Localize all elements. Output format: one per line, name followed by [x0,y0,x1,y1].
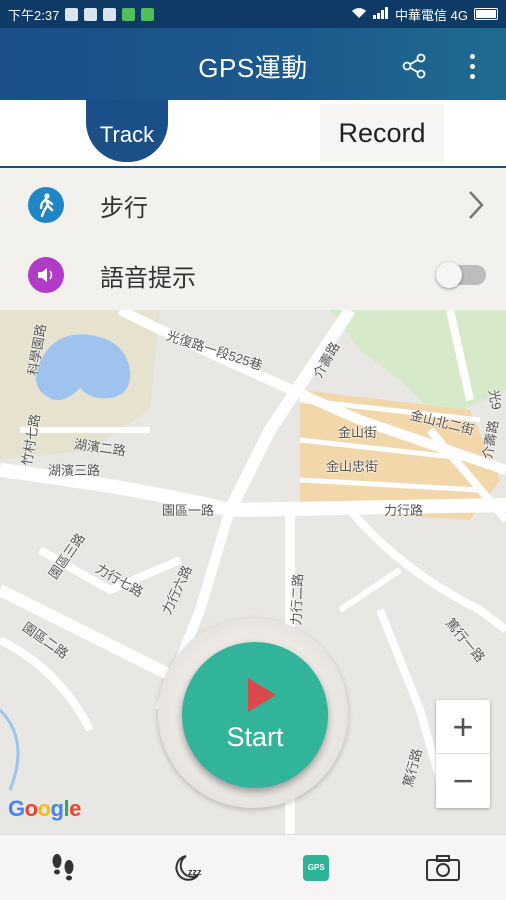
notification-icon [84,7,98,21]
map-street-label: 力行二路 [288,573,306,626]
play-icon [248,678,276,712]
zoom-controls: + − [436,700,490,808]
map-street-label: 光9 [485,388,505,411]
share-icon [402,53,426,79]
chevron-right-icon [469,191,484,219]
status-time: 下午2:37 [8,7,60,23]
nav-footsteps[interactable] [0,835,127,900]
activity-type-label: 步行 [100,194,148,222]
nav-camera[interactable] [380,835,506,900]
bottom-nav: zzz GPS [0,834,506,900]
svg-text:zzz: zzz [188,867,202,877]
activity-type-row[interactable]: 步行 [0,170,506,240]
tab-record[interactable]: Record [320,104,444,162]
walking-icon [28,187,64,223]
voice-prompt-row: 語音提示 [0,240,506,310]
voice-prompt-toggle[interactable] [436,262,486,288]
share-button[interactable] [396,48,432,84]
footsteps-icon [52,853,74,880]
notification-icon [65,7,79,21]
more-vert-icon [469,53,475,59]
map-street-label: 園區一路 [162,503,215,518]
app-bar: GPS運動 [0,28,506,100]
start-label: Start [226,722,284,752]
map-street-label: 湖濱三路 [48,463,101,478]
signal-icon [373,6,389,22]
more-vert-button[interactable] [456,48,488,84]
voice-prompt-label: 語音提示 [100,264,196,292]
battery-icon [474,8,498,20]
sleep-zzz-icon: zzz [175,854,202,881]
nav-gps[interactable]: GPS [253,835,380,900]
map-street-label: 力行路 [384,503,424,518]
tab-track[interactable]: Track [86,100,168,162]
nav-sleep[interactable]: zzz [127,835,254,900]
wifi-icon [351,7,367,22]
map-street-label: 金山街 [338,425,378,440]
zoom-in-button[interactable]: + [436,700,490,754]
gps-icon: GPS [303,854,330,881]
tab-bar: Track Record [0,100,506,168]
toggle-knob [436,262,462,288]
status-bar: 下午2:37 中華電信 4G [0,0,506,28]
speaker-icon [28,257,64,293]
notification-icon [141,7,155,21]
camera-icon [425,854,460,881]
notification-icon [103,7,117,21]
zoom-out-button[interactable]: − [436,754,490,808]
carrier-label: 中華電信 4G [395,7,468,23]
notification-icon [122,7,136,21]
map-street-label: 金山忠街 [326,459,379,474]
start-button[interactable]: Start [182,642,328,788]
google-logo: Google [8,796,81,821]
